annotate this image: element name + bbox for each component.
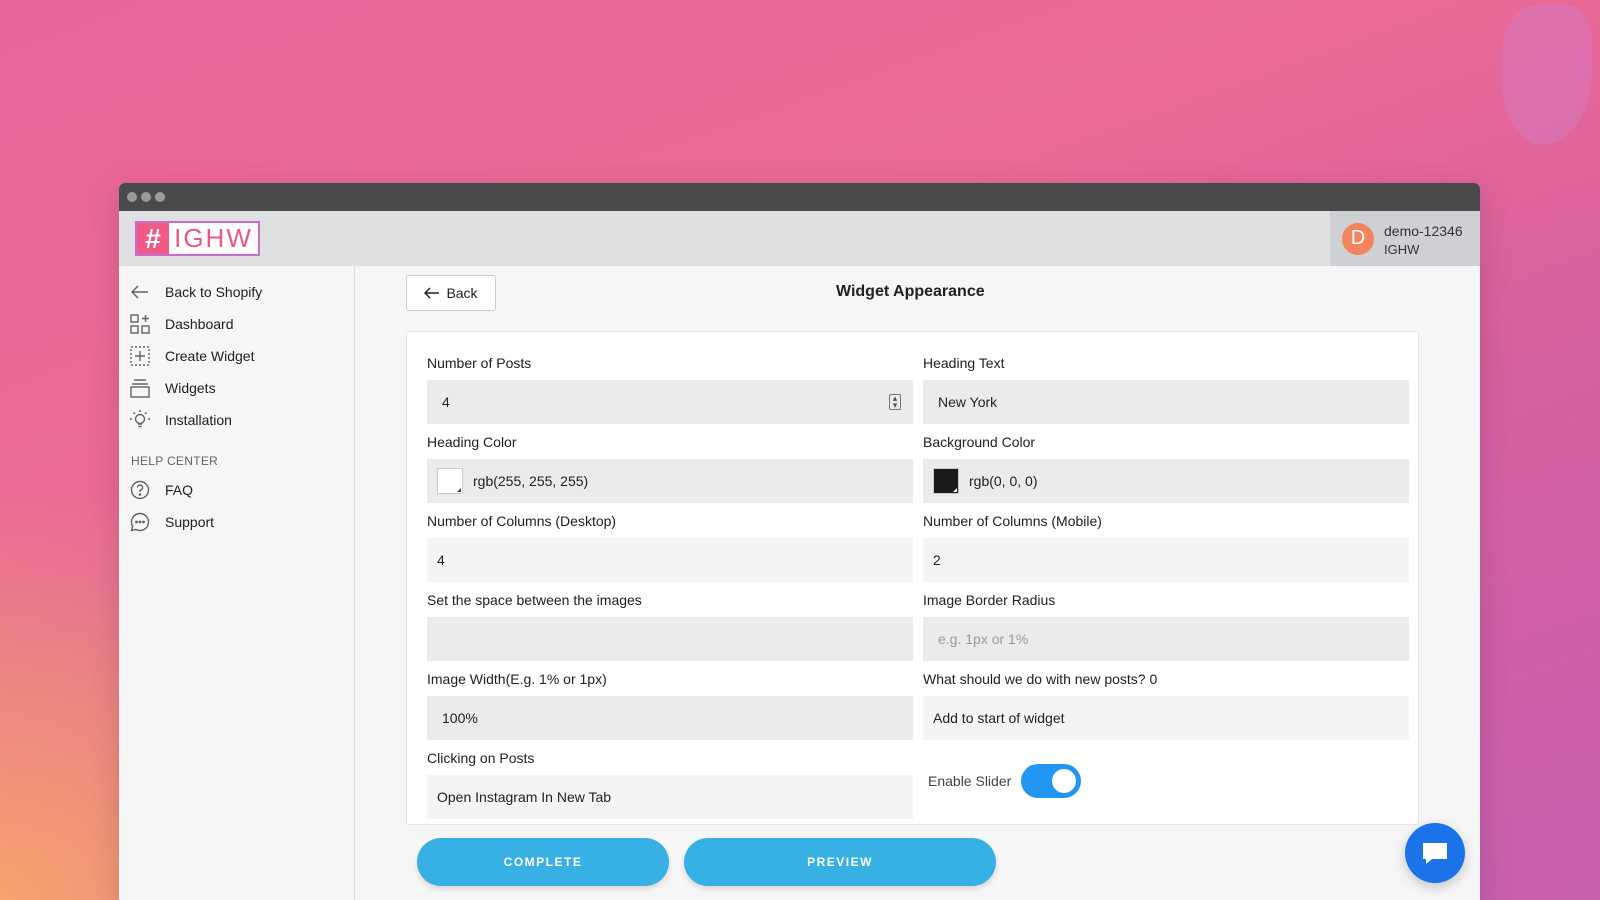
field-label: Image Width(E.g. 1% or 1px) <box>427 671 607 687</box>
app-topbar: # IGHW D demo-12346 IGHW <box>119 211 1480 266</box>
dashboard-icon <box>129 313 151 335</box>
sidebar-item-create-widget[interactable]: Create Widget <box>119 340 354 372</box>
background-blob <box>1502 5 1592 145</box>
sidebar-item-label: Back to Shopify <box>165 284 263 300</box>
main-content: Back Widget Appearance Number of Posts 4… <box>356 266 1480 900</box>
sidebar-item-label: Widgets <box>165 380 216 396</box>
brand-logo[interactable]: # IGHW <box>135 221 260 256</box>
field-label: Set the space between the images <box>427 592 642 608</box>
field-label: Number of Posts <box>427 355 532 371</box>
field-new-posts: What should we do with new posts? 0 Add … <box>923 668 1409 740</box>
window-control-dot[interactable] <box>141 192 151 202</box>
color-swatch[interactable] <box>933 468 959 494</box>
field-space-between: Set the space between the images <box>427 589 913 661</box>
enable-slider-toggle[interactable] <box>1021 764 1082 798</box>
sidebar-item-label: Support <box>165 514 215 530</box>
sidebar-item-dashboard[interactable]: Dashboard <box>119 308 354 340</box>
page-title: Widget Appearance <box>836 283 985 300</box>
input-value: rgb(0, 0, 0) <box>969 473 1038 489</box>
sidebar-item-installation[interactable]: Installation <box>119 404 354 436</box>
input-value: Add to start of widget <box>933 710 1065 726</box>
field-image-width: Image Width(E.g. 1% or 1px) 100% <box>427 668 913 740</box>
widgets-stack-icon <box>129 377 151 399</box>
input-value: 2 <box>933 552 941 568</box>
image-width-input[interactable]: 100% <box>427 696 913 740</box>
input-value: 4 <box>437 552 445 568</box>
sidebar-item-label: Create Widget <box>165 348 255 364</box>
field-columns-mobile: Number of Columns (Mobile) 2 <box>923 510 1409 582</box>
input-value: New York <box>938 394 998 410</box>
live-chat-button[interactable] <box>1405 823 1465 883</box>
columns-mobile-select[interactable]: 2 <box>923 538 1409 582</box>
avatar: D <box>1342 222 1374 255</box>
chat-icon <box>1423 843 1447 864</box>
input-value: rgb(255, 255, 255) <box>473 473 589 489</box>
field-label: Heading Text <box>923 355 1005 371</box>
question-icon <box>129 479 151 501</box>
arrow-left-icon <box>129 281 151 303</box>
logo-text: IGHW <box>174 223 253 253</box>
field-label: Heading Color <box>427 434 517 450</box>
toggle-knob <box>1052 769 1077 793</box>
field-columns-desktop: Number of Columns (Desktop) 4 <box>427 510 913 582</box>
color-swatch[interactable] <box>437 468 463 494</box>
user-menu[interactable]: D demo-12346 IGHW <box>1330 211 1480 266</box>
window-titlebar <box>119 183 1480 211</box>
heading-color-input[interactable]: rgb(255, 255, 255) <box>427 459 913 503</box>
enable-slider-label: Enable Slider <box>928 773 1012 789</box>
sidebar-item-label: Installation <box>165 412 232 428</box>
clicking-posts-select[interactable]: Open Instagram In New Tab <box>427 775 913 819</box>
lightbulb-icon <box>129 409 151 431</box>
new-posts-select[interactable]: Add to start of widget <box>923 696 1409 740</box>
arrow-left-icon <box>424 287 440 299</box>
field-clicking-posts: Clicking on Posts Open Instagram In New … <box>427 747 913 819</box>
number-spinner-icon[interactable]: ▴ ▾ <box>889 394 901 410</box>
user-org: IGHW <box>1384 242 1420 257</box>
sidebar-item-label: Dashboard <box>165 316 234 332</box>
field-label: Number of Columns (Desktop) <box>427 513 617 529</box>
sidebar-item-widgets[interactable]: Widgets <box>119 372 354 404</box>
background-color-input[interactable]: rgb(0, 0, 0) <box>923 459 1409 503</box>
space-between-input[interactable] <box>427 617 913 661</box>
sidebar-item-faq[interactable]: FAQ <box>119 474 354 506</box>
window-control-dot[interactable] <box>127 192 137 202</box>
preview-button[interactable]: PREVIEW <box>684 838 996 886</box>
logo-hash: # <box>137 223 169 254</box>
field-label: Background Color <box>923 434 1036 450</box>
complete-button[interactable]: COMPLETE <box>417 838 669 886</box>
help-center-heading: HELP CENTER <box>131 454 219 468</box>
field-label: Number of Columns (Mobile) <box>923 513 1102 529</box>
heading-text-input[interactable]: New York <box>923 380 1409 424</box>
sidebar-item-label: FAQ <box>165 482 194 498</box>
chat-bubble-icon <box>129 511 151 533</box>
field-number-of-posts: Number of Posts 4 ▴ ▾ <box>427 352 913 424</box>
field-heading-text: Heading Text New York <box>923 352 1409 424</box>
field-label: Image Border Radius <box>923 592 1056 608</box>
enable-slider-control: Enable Slider <box>928 764 1082 798</box>
input-value: Open Instagram In New Tab <box>437 789 612 805</box>
input-value: 100% <box>442 710 478 726</box>
field-label: Clicking on Posts <box>427 750 535 766</box>
sidebar-item-support[interactable]: Support <box>119 506 354 538</box>
sidebar-item-back-to-shopify[interactable]: Back to Shopify <box>119 276 354 308</box>
field-background-color: Background Color rgb(0, 0, 0) <box>923 431 1409 503</box>
back-button[interactable]: Back <box>406 275 496 311</box>
input-placeholder: e.g. 1px or 1% <box>938 631 1029 647</box>
field-heading-color: Heading Color rgb(255, 255, 255) <box>427 431 913 503</box>
back-button-label: Back <box>446 285 478 301</box>
input-value: 4 <box>442 394 450 410</box>
field-border-radius: Image Border Radius e.g. 1px or 1% <box>923 589 1409 661</box>
border-radius-input[interactable]: e.g. 1px or 1% <box>923 617 1409 661</box>
columns-desktop-select[interactable]: 4 <box>427 538 913 582</box>
browser-window: # IGHW D demo-12346 IGHW Back to Shopify… <box>119 183 1480 900</box>
window-control-dot[interactable] <box>155 192 165 202</box>
appearance-form-card: Number of Posts 4 ▴ ▾ Heading Text New Yo… <box>406 331 1419 825</box>
number-of-posts-input[interactable]: 4 ▴ ▾ <box>427 380 913 424</box>
create-widget-icon <box>129 345 151 367</box>
sidebar: Back to Shopify Dashboard Create Widget … <box>119 266 355 900</box>
field-label: What should we do with new posts? 0 <box>923 671 1158 687</box>
user-name: demo-12346 <box>1384 223 1463 239</box>
